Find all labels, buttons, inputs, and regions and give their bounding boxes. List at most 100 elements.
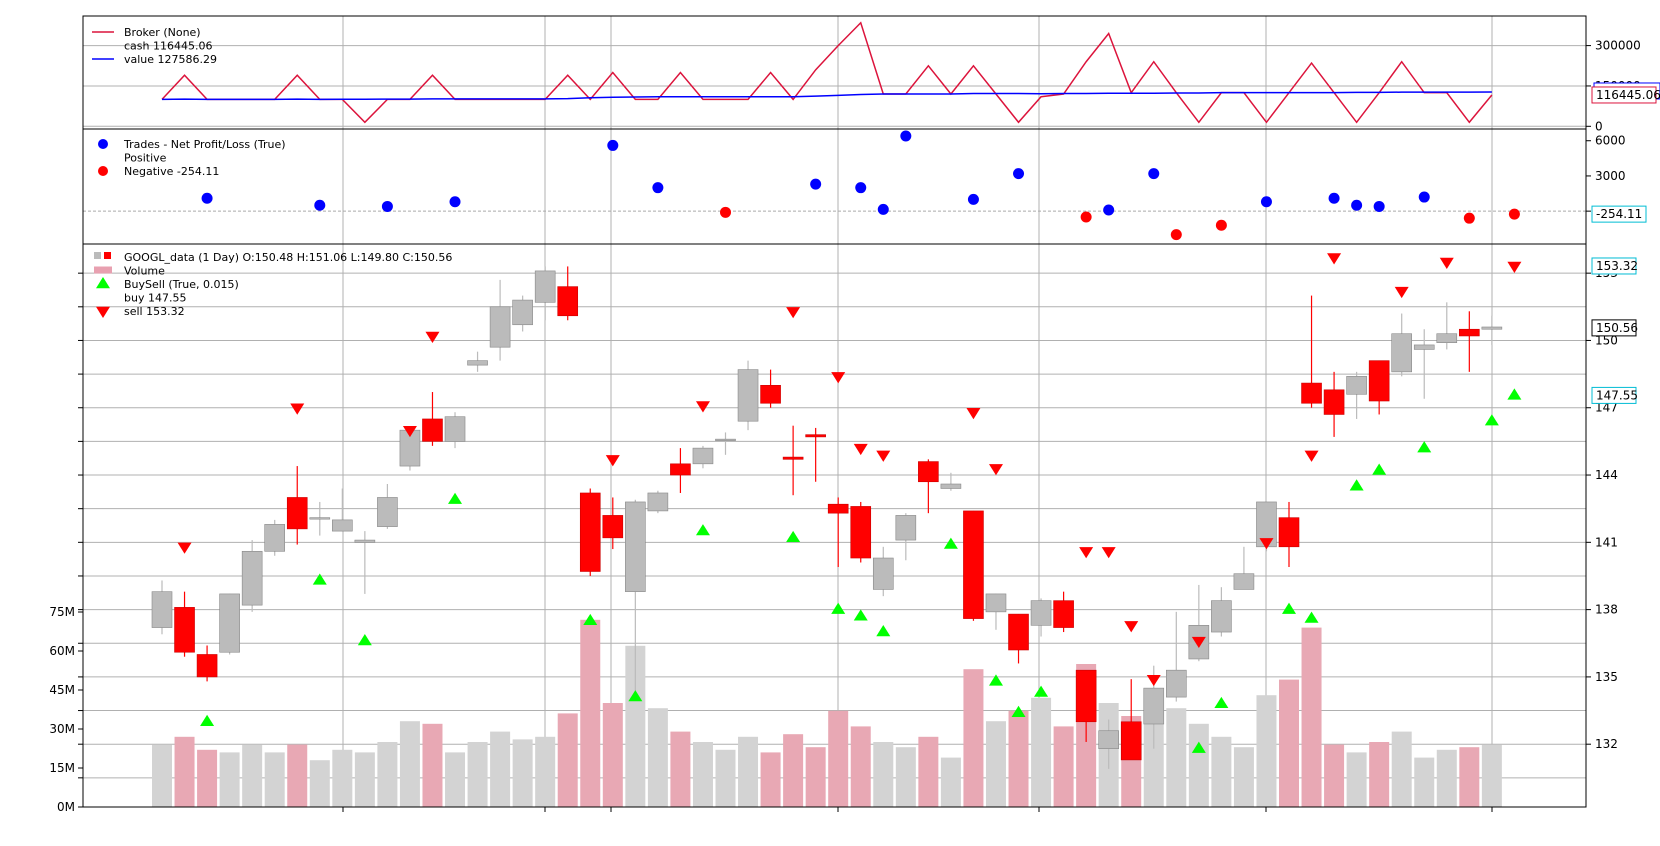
sell-marker bbox=[1507, 261, 1522, 273]
volume-tick-label: 0M bbox=[57, 800, 75, 814]
buy-marker bbox=[1372, 463, 1387, 475]
volume-bar bbox=[1053, 726, 1074, 807]
volume-bar bbox=[1031, 697, 1052, 807]
sell-marker bbox=[605, 455, 620, 467]
legend-buy-swatch bbox=[96, 277, 110, 289]
trade-positive-point bbox=[1328, 192, 1340, 204]
trade-negative-point bbox=[1215, 219, 1227, 231]
buy-marker bbox=[583, 613, 598, 626]
candle-body bbox=[579, 492, 601, 572]
volume-bar bbox=[1391, 731, 1412, 807]
candle-body bbox=[512, 299, 533, 326]
legends: Broker (None)cash 116445.06value 127586.… bbox=[92, 26, 452, 318]
trades-tick-label: 3000 bbox=[1595, 169, 1626, 183]
cash-legend-label: cash 116445.06 bbox=[124, 40, 212, 53]
candle-body bbox=[1436, 333, 1458, 343]
volume-bar bbox=[580, 619, 601, 807]
candle-body bbox=[625, 501, 646, 592]
price-tick-label: 138 bbox=[1595, 603, 1618, 617]
volume-bar bbox=[490, 731, 511, 807]
candle-body bbox=[219, 593, 240, 653]
grid-layer bbox=[83, 16, 1586, 807]
candle-body bbox=[602, 515, 624, 539]
candle-body bbox=[1166, 669, 1187, 698]
volume-bar bbox=[670, 731, 691, 807]
sell-marker bbox=[177, 542, 192, 554]
sell-marker bbox=[1101, 547, 1116, 559]
sell-marker bbox=[1079, 547, 1094, 559]
volume-bar bbox=[399, 721, 420, 807]
trade-negative-point bbox=[1508, 208, 1520, 220]
candle-body bbox=[1481, 326, 1503, 330]
volume-bar bbox=[309, 760, 330, 807]
candle-body bbox=[444, 416, 466, 442]
buy-marker bbox=[1484, 414, 1499, 426]
broker-lines bbox=[161, 21, 1493, 124]
trades-panel-frame bbox=[82, 128, 1587, 245]
sell-marker bbox=[1146, 674, 1161, 687]
volume-bar bbox=[940, 757, 961, 807]
volume-bar bbox=[828, 710, 849, 807]
candle-body bbox=[670, 463, 691, 476]
buy-marker bbox=[831, 602, 846, 614]
volume-bars bbox=[152, 619, 1502, 807]
candle-body bbox=[534, 270, 556, 303]
volume-bar bbox=[174, 736, 195, 807]
legend-volume-swatch bbox=[94, 266, 112, 274]
sell-marker bbox=[988, 464, 1003, 476]
volume-bar bbox=[1346, 752, 1367, 807]
volume-bar bbox=[332, 749, 353, 807]
candle-body bbox=[1075, 669, 1097, 723]
candle-body bbox=[377, 497, 398, 527]
price-legend-title: GOOGL_data (1 Day) O:150.48 H:151.06 L:1… bbox=[124, 251, 452, 264]
candle-body bbox=[1459, 328, 1480, 337]
candle-body bbox=[422, 418, 443, 442]
sell-marker bbox=[876, 450, 891, 462]
cash-last-label: 116445.06 bbox=[1596, 88, 1660, 102]
price-tick-label: 132 bbox=[1595, 737, 1618, 751]
volume-bar bbox=[1211, 736, 1232, 807]
volume-bar bbox=[1436, 749, 1457, 807]
trade-positive-point bbox=[967, 193, 979, 205]
volume-tick-label: 30M bbox=[49, 722, 75, 736]
buy-marker bbox=[1304, 611, 1319, 623]
trade-negative-point bbox=[720, 206, 731, 218]
buy-marker bbox=[1349, 479, 1364, 491]
volume-bar bbox=[985, 721, 1006, 807]
candle-body bbox=[286, 497, 308, 530]
panel-frames bbox=[82, 15, 1587, 808]
candle-body bbox=[1233, 573, 1255, 590]
sell-marker bbox=[1439, 257, 1454, 269]
legend-dot-swatch bbox=[98, 139, 108, 149]
trade-positive-point bbox=[877, 203, 889, 215]
trade-positive-point bbox=[900, 130, 912, 142]
trades-last-label: -254.11 bbox=[1596, 207, 1642, 221]
buy-legend-label: buy 147.55 bbox=[124, 292, 186, 305]
candle-body bbox=[872, 557, 894, 590]
candle-body bbox=[850, 506, 872, 559]
volume-bar bbox=[805, 747, 826, 807]
trade-negative-point bbox=[1463, 212, 1475, 224]
candle-body bbox=[940, 483, 962, 489]
volume-bar bbox=[377, 742, 398, 807]
volume-bar bbox=[287, 744, 308, 807]
sell-marker bbox=[1327, 253, 1342, 265]
volume-bar bbox=[1256, 695, 1277, 807]
candle-body bbox=[895, 515, 917, 541]
volume-bar bbox=[1279, 679, 1299, 807]
candle-body bbox=[557, 286, 579, 317]
volume-bar bbox=[1166, 708, 1187, 807]
legend-candle-swatch bbox=[94, 252, 101, 259]
trade-positive-point bbox=[1418, 191, 1430, 203]
price-last-label: 153.32 bbox=[1596, 259, 1638, 273]
candle-body bbox=[827, 503, 849, 514]
candle-body bbox=[467, 360, 488, 366]
candle-body bbox=[985, 593, 1007, 613]
trades-tick-label: 6000 bbox=[1595, 134, 1626, 148]
volume-bar bbox=[1324, 744, 1345, 807]
trade-positive-point bbox=[201, 192, 213, 204]
value-legend-label: value 127586.29 bbox=[124, 53, 217, 66]
candle-body bbox=[1098, 730, 1119, 749]
sell-marker bbox=[1394, 286, 1409, 299]
sell-marker bbox=[831, 372, 846, 384]
